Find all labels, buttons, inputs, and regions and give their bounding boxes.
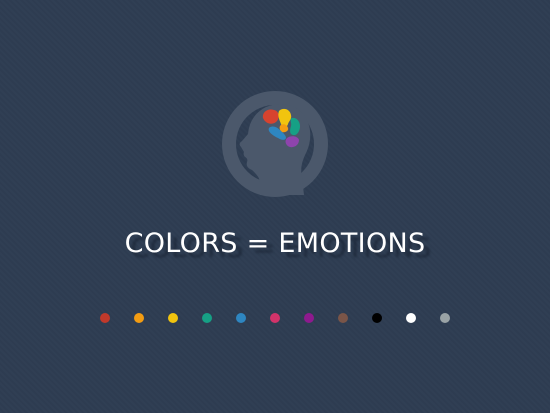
logo-svg [222,91,328,197]
color-dot-white [406,313,416,323]
color-dot-red [100,313,110,323]
color-dot-yellow [168,313,178,323]
color-dot-black [372,313,382,323]
head-with-brain-icon [222,91,328,197]
color-dot-blue [236,313,246,323]
color-dot-brown [338,313,348,323]
title-block: COLORS = EMOTIONS COLORS = EMOTIONS [0,225,550,275]
color-dot-orange [134,313,144,323]
color-palette [100,313,450,325]
color-dot-teal [202,313,212,323]
color-dot-purple [304,313,314,323]
color-dot-gray [440,313,450,323]
slide-title: COLORS = EMOTIONS [124,228,426,259]
slide: COLORS = EMOTIONS COLORS = EMOTIONS [0,0,550,413]
color-dot-pink [270,313,280,323]
